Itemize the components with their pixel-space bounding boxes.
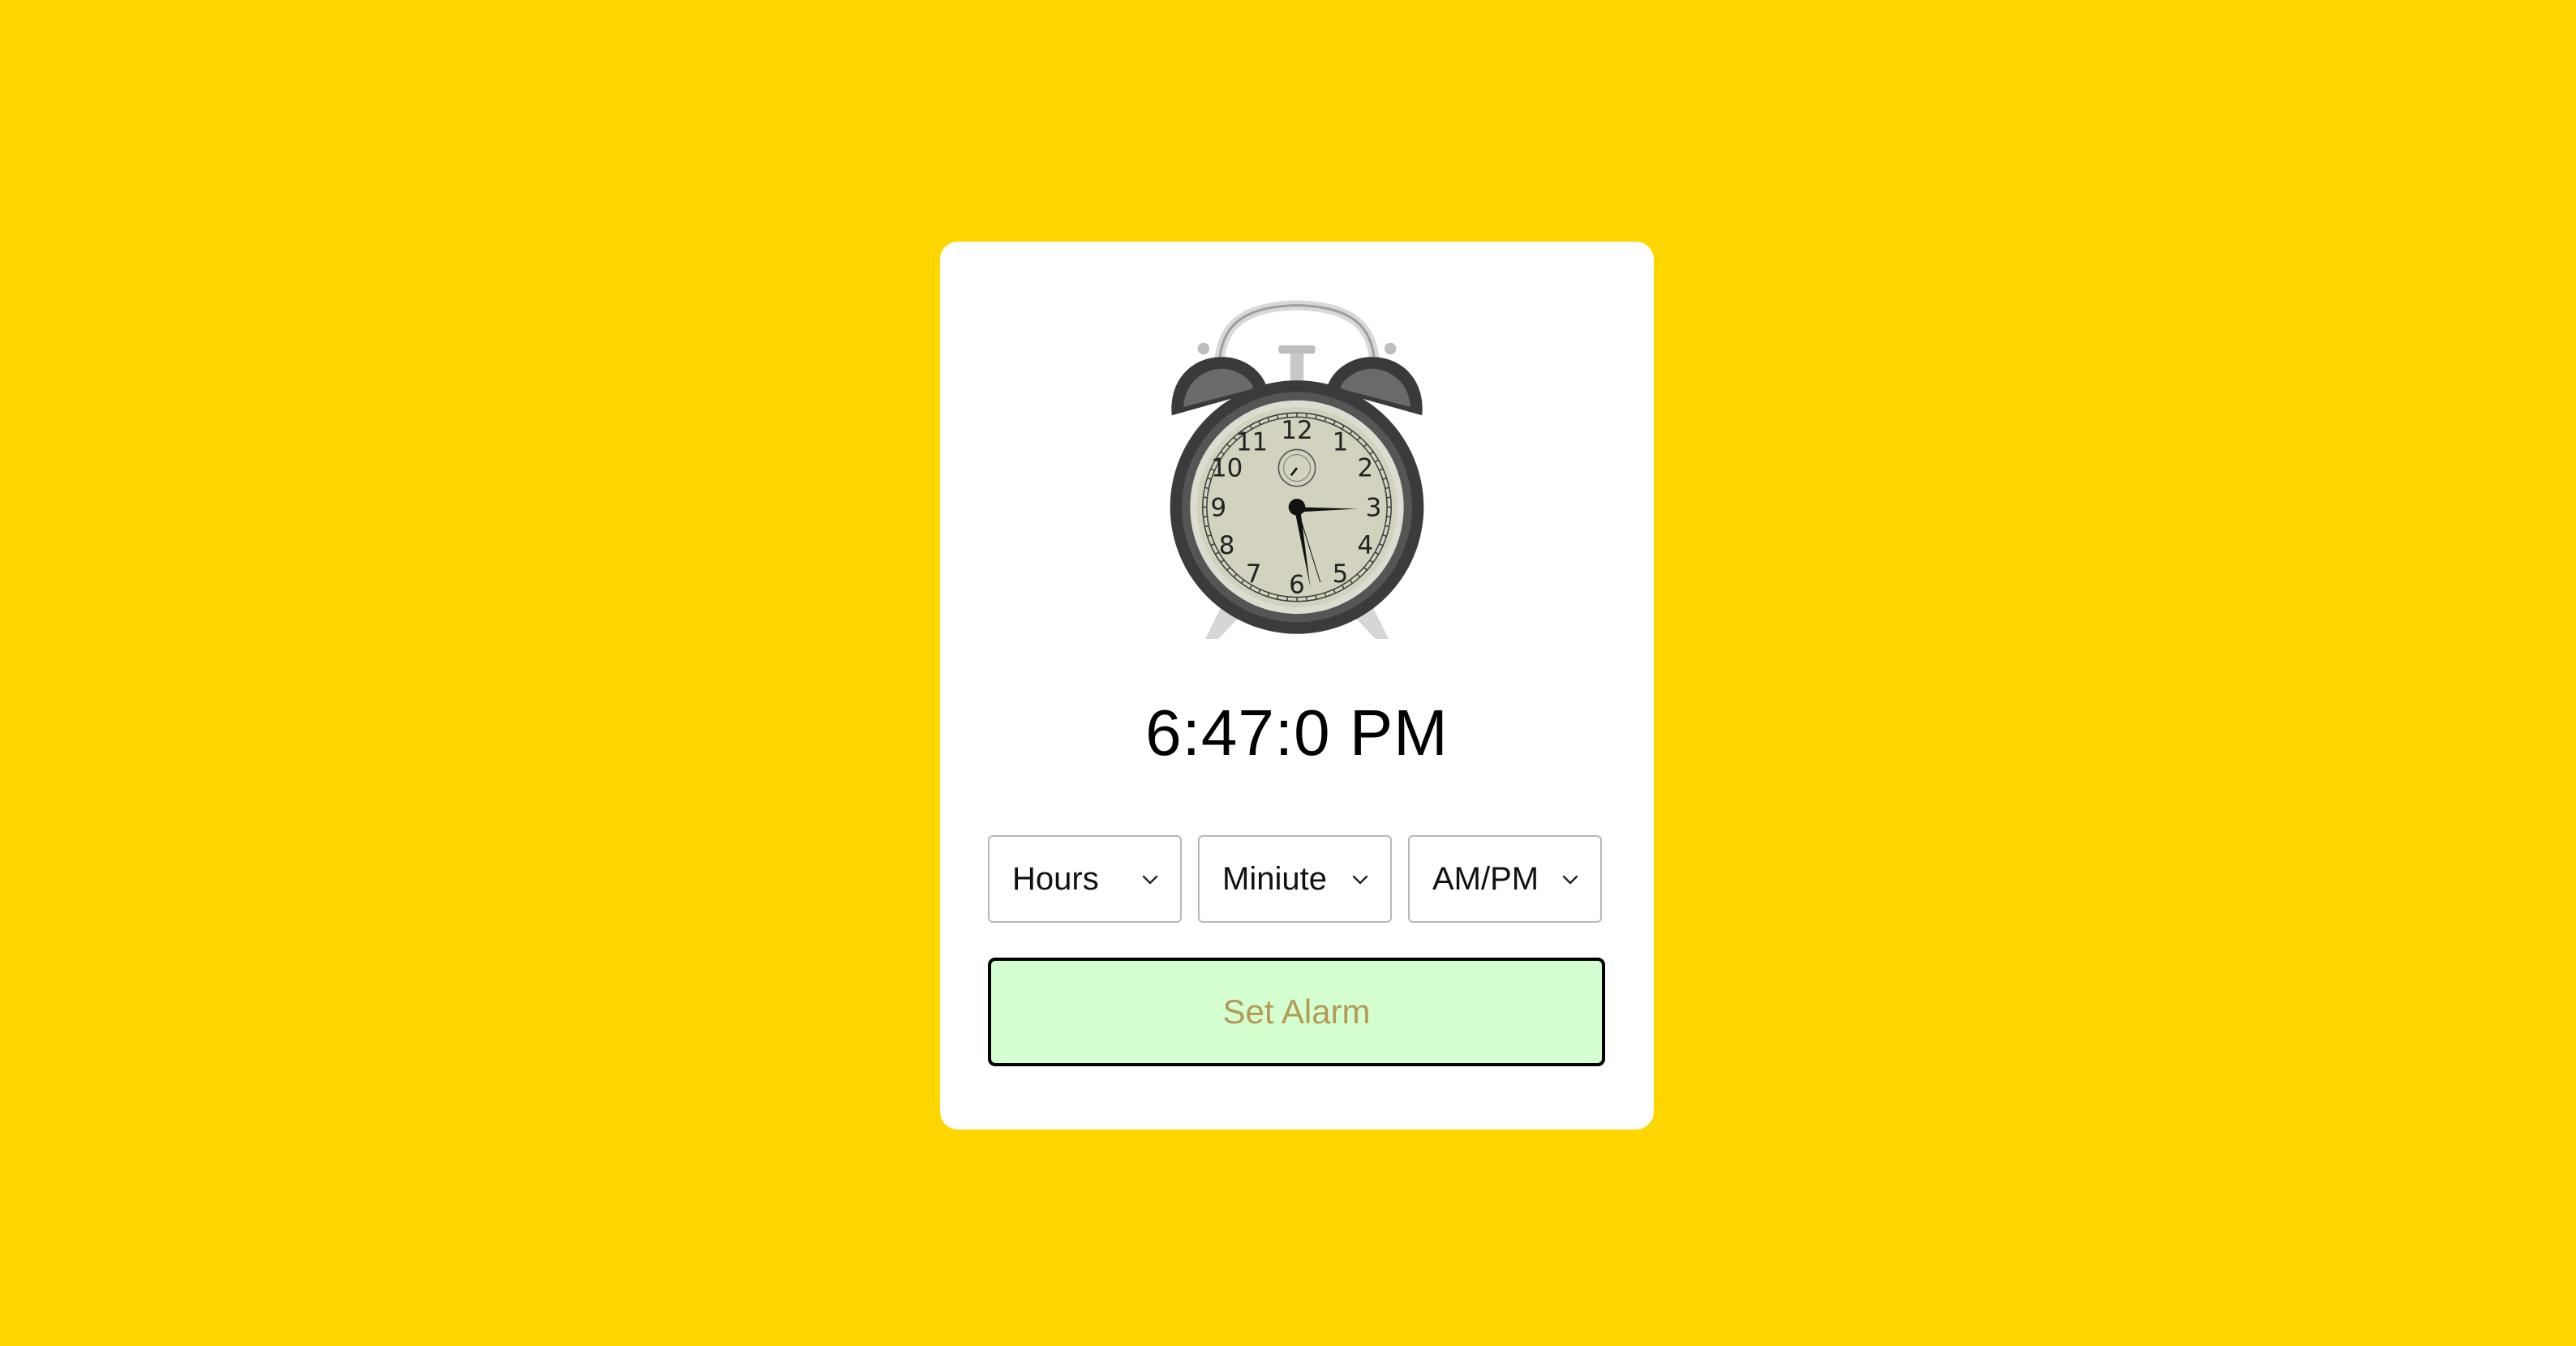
ampm-select-value: AM/PM — [1432, 861, 1539, 897]
svg-text:1: 1 — [1333, 427, 1349, 457]
alarm-card: 12 1 2 3 4 5 6 7 8 9 10 11 6:47:0 PM Hou… — [940, 242, 1654, 1130]
hours-select[interactable]: Hours — [988, 835, 1182, 923]
current-time-display: 6:47:0 PM — [1145, 697, 1449, 769]
chevron-down-icon — [1352, 875, 1368, 885]
chevron-down-icon — [1562, 875, 1578, 885]
svg-text:3: 3 — [1366, 494, 1382, 523]
ampm-select[interactable]: AM/PM — [1408, 835, 1602, 923]
set-alarm-button[interactable]: Set Alarm — [988, 958, 1605, 1066]
svg-text:7: 7 — [1246, 559, 1262, 589]
svg-text:2: 2 — [1358, 453, 1374, 482]
svg-text:10: 10 — [1211, 453, 1243, 482]
hours-select-value: Hours — [1012, 861, 1099, 897]
svg-text:12: 12 — [1281, 416, 1312, 445]
svg-text:6: 6 — [1289, 570, 1305, 599]
minute-select-value: Miniute — [1222, 861, 1327, 897]
svg-text:5: 5 — [1333, 559, 1349, 589]
svg-text:9: 9 — [1211, 494, 1227, 523]
chevron-down-icon — [1142, 875, 1158, 885]
alarm-clock-icon: 12 1 2 3 4 5 6 7 8 9 10 11 — [1162, 290, 1432, 641]
svg-text:8: 8 — [1219, 531, 1235, 560]
minute-select[interactable]: Miniute — [1198, 835, 1392, 923]
svg-text:4: 4 — [1358, 531, 1374, 560]
svg-text:11: 11 — [1236, 427, 1268, 457]
